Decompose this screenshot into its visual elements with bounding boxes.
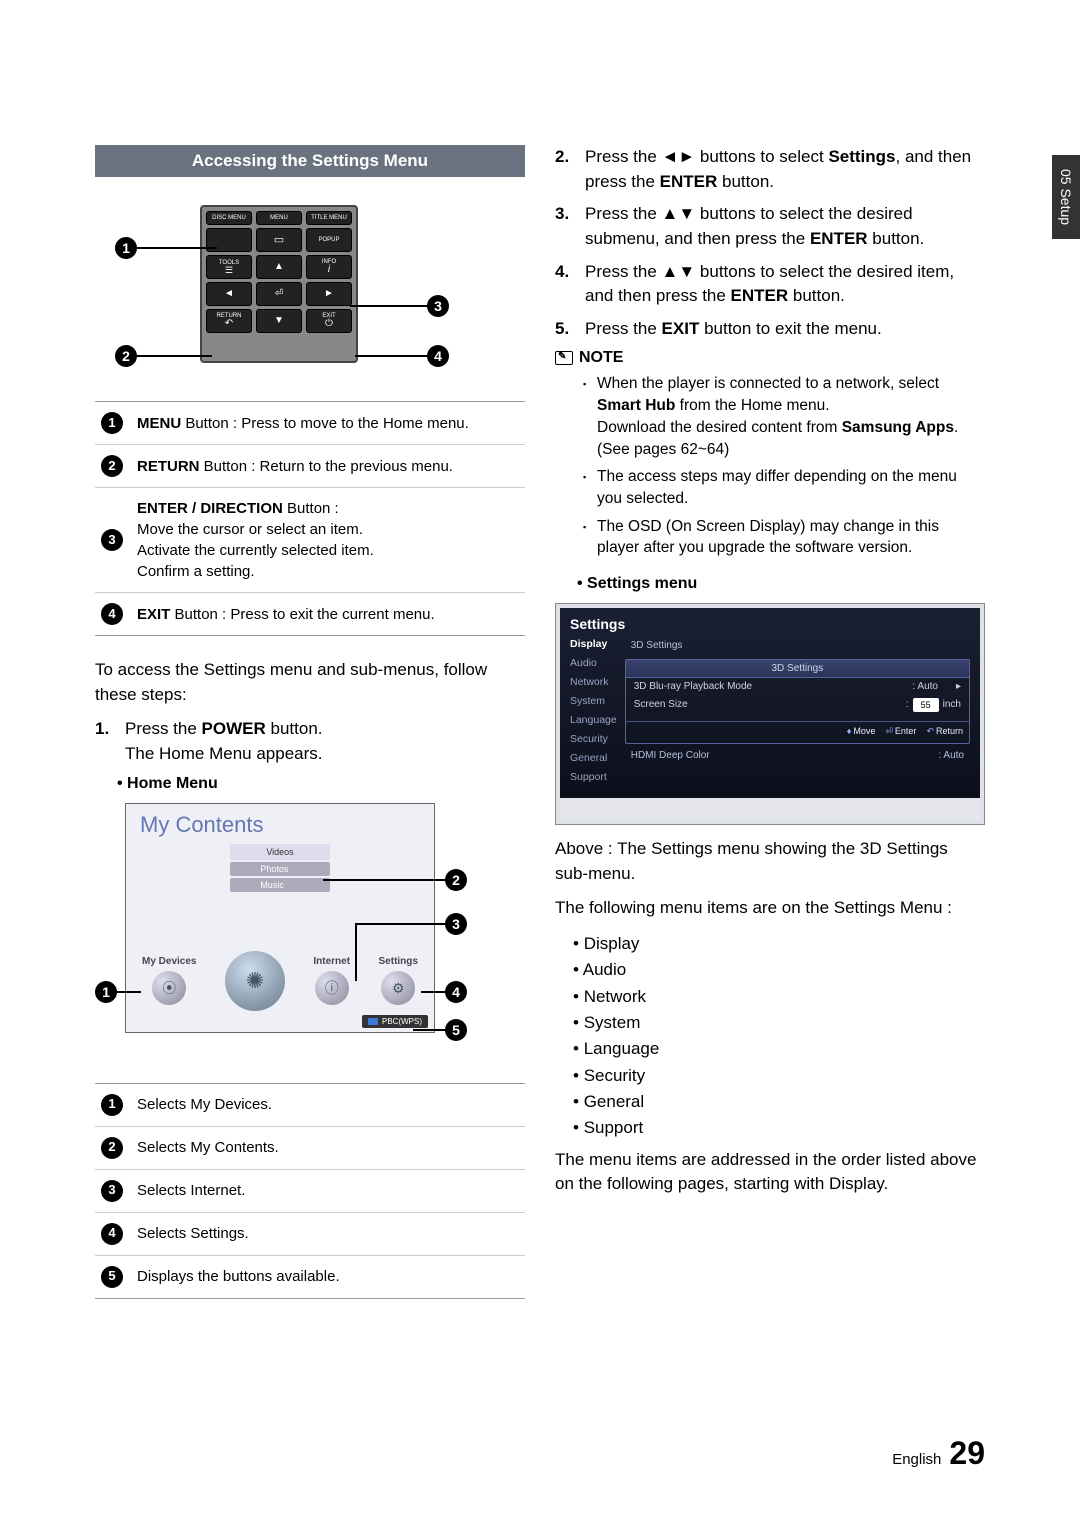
home-icon-internet: ⓘ — [315, 971, 349, 1005]
osd-toprow: 3D Settings — [631, 640, 683, 651]
home-table: 1Selects My Devices. 2Selects My Content… — [95, 1083, 525, 1299]
mi-language: Language — [573, 1036, 985, 1062]
remote-home-icon: ▭ — [256, 228, 302, 252]
mi-audio: Audio — [573, 957, 985, 983]
osd-sidebar: Display Audio Network System Language Se… — [570, 638, 617, 783]
home-callout-1: 1 — [95, 981, 117, 1003]
osd-panel-head: 3D Settings — [626, 660, 969, 678]
osd-row2-input: 55 — [913, 698, 939, 712]
osd-row1-arrow: ▸ — [956, 681, 961, 692]
note-3: The OSD (On Screen Display) may change i… — [583, 516, 985, 559]
remote-info: INFOi — [306, 255, 352, 279]
home-callout-2: 2 — [445, 869, 467, 891]
remote-enter: ⏎ — [256, 282, 302, 306]
note-1: When the player is connected to a networ… — [583, 373, 985, 460]
home-desc-3: Selects Internet. — [137, 1180, 245, 1201]
mi-system: System — [573, 1010, 985, 1036]
following-text: The following menu items are on the Sett… — [555, 896, 985, 921]
home-cat-photos: Photos — [230, 862, 329, 876]
home-menu-heading: Home Menu — [117, 775, 525, 793]
mi-network: Network — [573, 984, 985, 1010]
btn-desc-4: EXIT Button : Press to exit the current … — [137, 604, 435, 625]
osd-row1-value: : Auto — [912, 681, 938, 692]
home-callout-4: 4 — [445, 981, 467, 1003]
mi-security: Security — [573, 1063, 985, 1089]
step4: Press the ▲▼ buttons to select the desir… — [585, 260, 985, 309]
osd-side-general: General — [570, 752, 617, 764]
note-icon — [555, 351, 573, 365]
remote-exit: EXIT⏻ — [306, 309, 352, 333]
closing-text: The menu items are addressed in the orde… — [555, 1148, 985, 1197]
home-desc-5: Displays the buttons available. — [137, 1266, 340, 1287]
remote-right: ► — [306, 282, 352, 306]
osd-side-language: Language — [570, 714, 617, 726]
note-2: The access steps may differ depending on… — [583, 466, 985, 509]
osd-side-system: System — [570, 695, 617, 707]
btn-desc-3: ENTER / DIRECTION Button :Move the curso… — [137, 498, 374, 582]
home-callout-5: 5 — [445, 1019, 467, 1041]
callout-1: 1 — [115, 237, 137, 259]
osd-side-security: Security — [570, 733, 617, 745]
step1-num: 1. — [95, 717, 115, 766]
home-icon-center: ✺ — [225, 951, 285, 1011]
home-bottom-btn: PBC(WPS) — [362, 1015, 428, 1028]
remote-tools: TOOLS☰ — [206, 255, 252, 279]
remote-menu: MENU — [256, 211, 302, 225]
btn-desc-1: MENU Button : Press to move to the Home … — [137, 413, 469, 434]
settings-osd-figure: Settings Display Audio Network System La… — [555, 603, 985, 825]
page-footer: English 29 — [892, 1435, 985, 1472]
osd-row1-label: 3D Blu-ray Playback Mode — [634, 681, 752, 692]
step1-text: Press the POWER button.The Home Menu app… — [125, 717, 323, 766]
home-desc-1: Selects My Devices. — [137, 1094, 272, 1115]
remote-popup: POPUP — [306, 228, 352, 252]
callout-2: 2 — [115, 345, 137, 367]
callout-3: 3 — [427, 295, 449, 317]
osd-side-display: Display — [570, 638, 617, 650]
settings-items-list: Display Audio Network System Language Se… — [555, 931, 985, 1142]
osd-row2-label: Screen Size — [634, 699, 688, 710]
osd-row2-suffix: inch — [943, 699, 961, 710]
home-cat-music: Music — [230, 878, 329, 892]
mi-display: Display — [573, 931, 985, 957]
intro-text: To access the Settings menu and sub-menu… — [95, 658, 525, 707]
osd-bottom-value: : Auto — [938, 750, 964, 761]
osd-bottom-label: HDMI Deep Color — [631, 750, 710, 761]
home-icon-settings: ⚙ — [381, 971, 415, 1005]
remote-disc-menu: DISC MENU — [206, 211, 252, 225]
osd-caption: Above : The Settings menu showing the 3D… — [555, 837, 985, 886]
mi-support: Support — [573, 1115, 985, 1141]
home-cat-videos: Videos — [230, 844, 329, 860]
remote-up: ▲ — [256, 255, 302, 279]
mi-general: General — [573, 1089, 985, 1115]
section-title: Accessing the Settings Menu — [95, 145, 525, 177]
note-heading: NOTE — [555, 349, 985, 367]
home-menu-figure: My Contents Videos Photos Music My Devic… — [95, 803, 525, 1073]
remote-figure: DISC MENU MENU TITLE MENU ▭ POPUP TOOLS☰… — [95, 195, 525, 385]
remote-title-menu: TITLE MENU — [306, 211, 352, 225]
step2: Press the ◄► buttons to select Settings,… — [585, 145, 985, 194]
osd-title: Settings — [570, 616, 970, 632]
step3: Press the ▲▼ buttons to select the desir… — [585, 202, 985, 251]
remote-down: ▼ — [256, 309, 302, 333]
osd-side-support: Support — [570, 771, 617, 783]
chapter-tab: 05 Setup — [1052, 155, 1080, 239]
callout-4: 4 — [427, 345, 449, 367]
home-desc-4: Selects Settings. — [137, 1223, 249, 1244]
home-title: My Contents — [126, 804, 434, 846]
settings-menu-heading: Settings menu — [577, 575, 985, 593]
remote-left: ◄ — [206, 282, 252, 306]
home-desc-2: Selects My Contents. — [137, 1137, 279, 1158]
note-list: When the player is connected to a networ… — [555, 373, 985, 559]
remote-return: RETURN↶ — [206, 309, 252, 333]
footer-page: 29 — [949, 1435, 985, 1472]
home-icon-mydevices: ⦿ — [152, 971, 186, 1005]
home-callout-3: 3 — [445, 913, 467, 935]
osd-side-audio: Audio — [570, 657, 617, 669]
btn-desc-2: RETURN Button : Return to the previous m… — [137, 456, 453, 477]
osd-side-network: Network — [570, 676, 617, 688]
footer-lang: English — [892, 1451, 941, 1468]
remote-button-table: 1MENU Button : Press to move to the Home… — [95, 401, 525, 636]
step5: Press the EXIT button to exit the menu. — [585, 317, 882, 342]
